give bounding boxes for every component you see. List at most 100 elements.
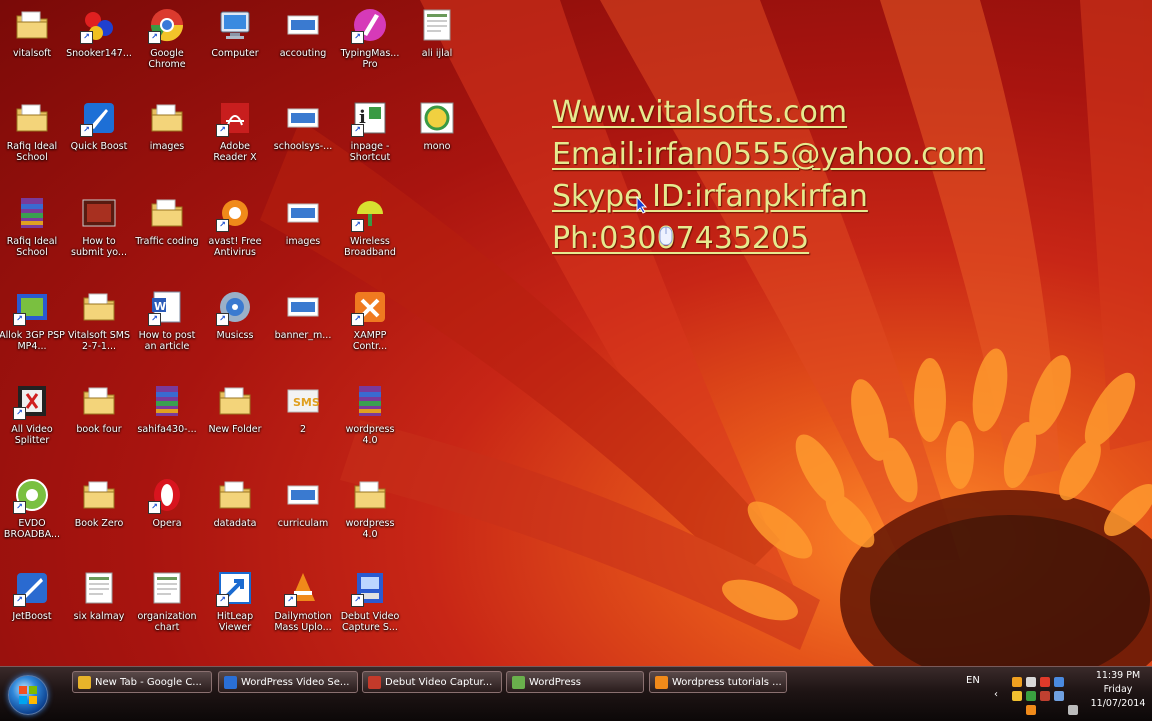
- tray-app-icon[interactable]: [1040, 691, 1050, 701]
- desktop-icon[interactable]: curriculam: [271, 470, 335, 560]
- desktop-icon[interactable]: W ↗ How to post an article: [135, 282, 199, 372]
- tray-app-icon[interactable]: [1026, 705, 1036, 715]
- desktop-icon[interactable]: Book Zero: [67, 470, 131, 560]
- desktop-icon-label: inpage - Shortcut: [349, 141, 391, 163]
- desktop-icon-label: Snooker147...: [66, 48, 132, 59]
- desktop-icon[interactable]: ↗ avast! Free Antivirus: [203, 188, 267, 278]
- taskbar-button-label: Debut Video Captur...: [385, 677, 493, 688]
- desktop-icon[interactable]: datadata: [203, 470, 267, 560]
- desktop-icon[interactable]: i ↗ inpage - Shortcut: [338, 93, 402, 183]
- evdo-icon: ↗: [13, 476, 51, 514]
- desktop-icon[interactable]: How to submit yo...: [67, 188, 131, 278]
- desktop-icon[interactable]: ↗ Quick Boost: [67, 93, 131, 183]
- desktop-icon[interactable]: six kalmay: [67, 563, 131, 653]
- desktop-icon[interactable]: Vitalsoft SMS 2-7-1...: [67, 282, 131, 372]
- desktop-icon[interactable]: ↗ Adobe Reader X: [203, 93, 267, 183]
- tray-app-icon[interactable]: [1026, 677, 1036, 687]
- svg-text:W: W: [154, 300, 166, 313]
- desktop-icon-label: wordpress 4.0: [345, 424, 395, 446]
- taskbar-button[interactable]: WordPress: [506, 671, 644, 693]
- network-icon[interactable]: [1054, 691, 1064, 701]
- desktop-icon[interactable]: wordpress 4.0: [338, 470, 402, 560]
- desktop-icon[interactable]: ↗ Google Chrome: [135, 0, 199, 90]
- shortcut-arrow-icon: ↗: [13, 407, 26, 420]
- desktop-icon[interactable]: mono: [405, 93, 469, 183]
- desktop-icon-label: Debut Video Capture S...: [340, 611, 400, 633]
- desktop-icon[interactable]: ↗ TypingMas... Pro: [338, 0, 402, 90]
- desktop-icon[interactable]: organization chart: [135, 563, 199, 653]
- taskbar-button[interactable]: Wordpress tutorials ...: [649, 671, 787, 693]
- desktop-icon-label: How to submit yo...: [71, 236, 127, 258]
- desktop-icon[interactable]: Rafiq Ideal School: [0, 188, 64, 278]
- jetboost-icon: ↗: [13, 569, 51, 607]
- desktop-icon[interactable]: banner_m...: [271, 282, 335, 372]
- desktop-icon-label: Wireless Broadband: [344, 236, 396, 258]
- start-button[interactable]: [8, 675, 48, 715]
- desktop-icon-label: Dailymotion Mass Uplo...: [274, 611, 332, 633]
- desktop-icon[interactable]: schoolsys-...: [271, 93, 335, 183]
- taskbar-button[interactable]: WordPress Video Se...: [218, 671, 358, 693]
- language-indicator[interactable]: EN: [966, 675, 980, 686]
- desktop-icon[interactable]: accouting: [271, 0, 335, 90]
- computer-icon: [216, 6, 254, 44]
- desktop-icon-label: images: [149, 141, 185, 152]
- desktop-icon[interactable]: Traffic coding: [135, 188, 199, 278]
- desktop-icon-label: six kalmay: [73, 611, 125, 622]
- video-splitter-icon: ↗: [13, 382, 51, 420]
- winrar-icon: [351, 382, 389, 420]
- desktop-icon[interactable]: ↗ Dailymotion Mass Uplo...: [271, 563, 335, 653]
- desktop-icon[interactable]: ↗ Wireless Broadband: [338, 188, 402, 278]
- desktop-icon-label: HitLeap Viewer: [216, 611, 254, 633]
- desktop-icon[interactable]: sahifa430-...: [135, 376, 199, 466]
- clock-time: 11:39 PM: [1095, 670, 1141, 681]
- desktop-icon[interactable]: ↗ All Video Splitter: [0, 376, 64, 466]
- tray-app-icon[interactable]: [1012, 691, 1022, 701]
- desktop-icon[interactable]: wordpress 4.0: [338, 376, 402, 466]
- shortcut-arrow-icon: ↗: [13, 313, 26, 326]
- taskbar-button[interactable]: Debut Video Captur...: [362, 671, 502, 693]
- desktop-icon[interactable]: ↗ Debut Video Capture S...: [338, 563, 402, 653]
- desktop-icon-label: Musicss: [216, 330, 254, 341]
- tray-app-icon[interactable]: [1012, 677, 1022, 687]
- winrar-icon: [13, 194, 51, 232]
- desktop-icon-label: Opera: [152, 518, 182, 529]
- desktop-icon[interactable]: ↗ Allok 3GP PSP MP4...: [0, 282, 65, 372]
- shortcut-arrow-icon: ↗: [13, 501, 26, 514]
- shortcut-arrow-icon: ↗: [351, 594, 364, 607]
- tray-app-icon[interactable]: [1040, 677, 1050, 687]
- desktop-icon[interactable]: ↗ Musicss: [203, 282, 267, 372]
- desktop-icon[interactable]: Computer: [203, 0, 267, 90]
- shortcut-arrow-icon: ↗: [284, 594, 297, 607]
- desktop-icon[interactable]: SMS 2: [271, 376, 335, 466]
- tray-app-icon[interactable]: [1026, 691, 1036, 701]
- desktop-icon[interactable]: images: [135, 93, 199, 183]
- volume-icon[interactable]: [1068, 705, 1078, 715]
- desktop-icon-label: Traffic coding: [135, 236, 199, 247]
- desktop-icon-label: accouting: [279, 48, 327, 59]
- desktop-icon[interactable]: ↗ EVDO BROADBA...: [0, 470, 64, 560]
- clock[interactable]: 11:39 PM Friday 11/07/2014: [1088, 669, 1148, 711]
- taskbar-button-label: WordPress: [529, 677, 582, 688]
- winrar-icon: [148, 382, 186, 420]
- desktop-icon[interactable]: Rafiq Ideal School: [0, 93, 64, 183]
- desktop-icon[interactable]: ↗ Snooker147...: [66, 0, 132, 90]
- tray-app-icon[interactable]: [1054, 677, 1064, 687]
- desktop-icon-label: XAMPP Contr...: [352, 330, 388, 352]
- desktop-icon[interactable]: New Folder: [203, 376, 267, 466]
- taskbar: New Tab - Google C... WordPress Video Se.…: [0, 666, 1152, 721]
- desktop-icon-label: images: [285, 236, 321, 247]
- desktop-icon[interactable]: vitalsoft: [0, 0, 64, 90]
- desktop-icon[interactable]: ali ijlal: [405, 0, 469, 90]
- desktop-icon[interactable]: book four: [67, 376, 131, 466]
- desktop-icon[interactable]: ↗ JetBoost: [0, 563, 64, 653]
- show-hidden-icons-icon[interactable]: ‹: [994, 689, 1004, 700]
- desktop-icon[interactable]: ↗ HitLeap Viewer: [203, 563, 267, 653]
- desktop-icon-label: sahifa430-...: [137, 424, 197, 435]
- taskbar-button[interactable]: New Tab - Google C...: [72, 671, 212, 693]
- desktop-icon[interactable]: ↗ Opera: [135, 470, 199, 560]
- folder-icon: [216, 382, 254, 420]
- desktop-icon-label: avast! Free Antivirus: [208, 236, 262, 258]
- desktop-icon[interactable]: ↗ XAMPP Contr...: [338, 282, 402, 372]
- desktop[interactable]: vitalsoft ↗ Snooker147... ↗ Google Chrome Com…: [0, 0, 1152, 666]
- desktop-icon[interactable]: images: [271, 188, 335, 278]
